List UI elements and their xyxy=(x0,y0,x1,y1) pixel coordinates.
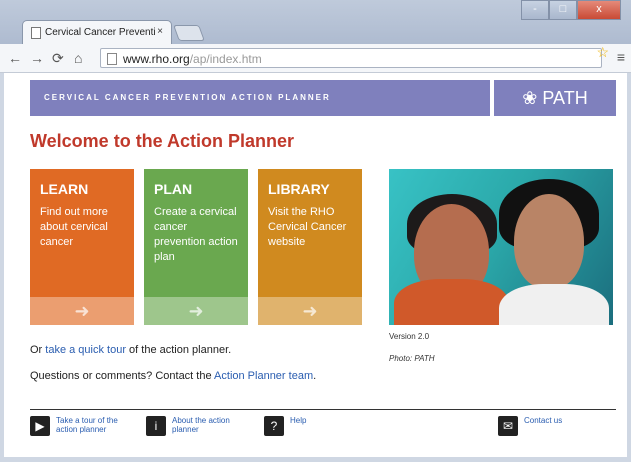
address-bar[interactable]: www.rho.org/ap/index.htm xyxy=(100,48,602,68)
menu-icon[interactable]: ≡ xyxy=(617,49,625,65)
url-path: /ap/index.htm xyxy=(189,52,262,66)
version-text: Version 2.0 xyxy=(389,332,430,341)
contact-prefix: Questions or comments? Contact the xyxy=(30,370,215,382)
tour-line: Or take a quick tour of the action plann… xyxy=(30,344,231,356)
footer-help-label[interactable]: Help xyxy=(290,416,330,425)
footer-tour[interactable]: ▶ Take a tour of the action planner xyxy=(30,416,126,436)
browser-tab[interactable]: Cervical Cancer Preventio × xyxy=(22,20,172,44)
minimize-button[interactable]: - xyxy=(521,0,549,20)
info-icon: i xyxy=(146,416,166,436)
maximize-button[interactable]: □ xyxy=(549,0,577,20)
tab-close-icon[interactable]: × xyxy=(157,26,163,37)
footer-help[interactable]: ? Help xyxy=(264,416,330,436)
contact-suffix: . xyxy=(313,370,317,382)
tour-prefix: Or xyxy=(30,344,46,356)
browser-window: Cervical Cancer Preventio × - □ x ← → ⟳ … xyxy=(0,0,631,462)
card-title: LIBRARY xyxy=(268,181,330,197)
help-icon: ? xyxy=(264,416,284,436)
logo-text: PATH xyxy=(542,88,588,108)
card-description: Visit the RHO Cervical Cancer website xyxy=(268,206,347,248)
url-text[interactable]: www.rho.org/ap/index.htm xyxy=(123,52,262,66)
footer-contact-label[interactable]: Contact us xyxy=(524,416,584,425)
page-content: CERVICAL CANCER PREVENTION ACTION PLANNE… xyxy=(4,73,627,457)
card-title: PLAN xyxy=(154,181,193,197)
tab-title: Cervical Cancer Preventio xyxy=(45,27,155,38)
footer-tour-label[interactable]: Take a tour of the action planner xyxy=(56,416,126,434)
mail-icon: ✉ xyxy=(498,416,518,436)
site-banner: CERVICAL CANCER PREVENTION ACTION PLANNE… xyxy=(30,80,490,116)
page-icon xyxy=(107,53,117,65)
browser-toolbar: ← → ⟳ ⌂ www.rho.org/ap/index.htm ☆ ≡ xyxy=(0,44,631,73)
window-controls: - □ x xyxy=(521,0,621,20)
new-tab-button[interactable] xyxy=(173,25,205,41)
home-icon[interactable]: ⌂ xyxy=(74,50,82,66)
quick-tour-link[interactable]: take a quick tour xyxy=(45,344,126,356)
footer-about-label[interactable]: About the action planner xyxy=(172,416,240,434)
planner-team-link[interactable]: Action Planner team xyxy=(214,370,313,382)
arrow-icon: ➜ xyxy=(144,297,248,325)
bookmark-star-icon[interactable]: ☆ xyxy=(596,44,609,61)
arrow-icon: ➜ xyxy=(30,297,134,325)
reload-icon[interactable]: ⟳ xyxy=(52,50,64,67)
url-host: www.rho.org xyxy=(123,52,190,66)
plan-card[interactable]: PLAN Create a cervical cancer prevention… xyxy=(144,169,248,325)
browser-titlebar: Cervical Cancer Preventio × - □ x xyxy=(0,0,631,44)
forward-arrow-icon[interactable]: → xyxy=(30,50,44,66)
tour-suffix: of the action planner. xyxy=(126,344,232,356)
photo-credit: Photo: PATH xyxy=(389,354,435,363)
close-button[interactable]: x xyxy=(577,0,621,20)
document-icon xyxy=(31,27,41,39)
hero-photo xyxy=(389,169,613,325)
card-description: Create a cervical cancer prevention acti… xyxy=(154,206,238,263)
page-title: Welcome to the Action Planner xyxy=(30,131,295,151)
footer-contact[interactable]: ✉ Contact us xyxy=(498,416,584,436)
learn-card[interactable]: LEARN Find out more about cervical cance… xyxy=(30,169,134,325)
path-logo[interactable]: ❀ PATH xyxy=(494,80,616,116)
library-card[interactable]: LIBRARY Visit the RHO Cervical Cancer we… xyxy=(258,169,362,325)
card-title: LEARN xyxy=(40,181,89,197)
footer-about[interactable]: i About the action planner xyxy=(146,416,240,436)
card-description: Find out more about cervical cancer xyxy=(40,206,108,248)
video-camera-icon: ▶ xyxy=(30,416,50,436)
footer-divider xyxy=(30,409,616,410)
arrow-icon: ➜ xyxy=(258,297,362,325)
back-arrow-icon[interactable]: ← xyxy=(8,50,22,66)
contact-line: Questions or comments? Contact the Actio… xyxy=(30,370,316,382)
